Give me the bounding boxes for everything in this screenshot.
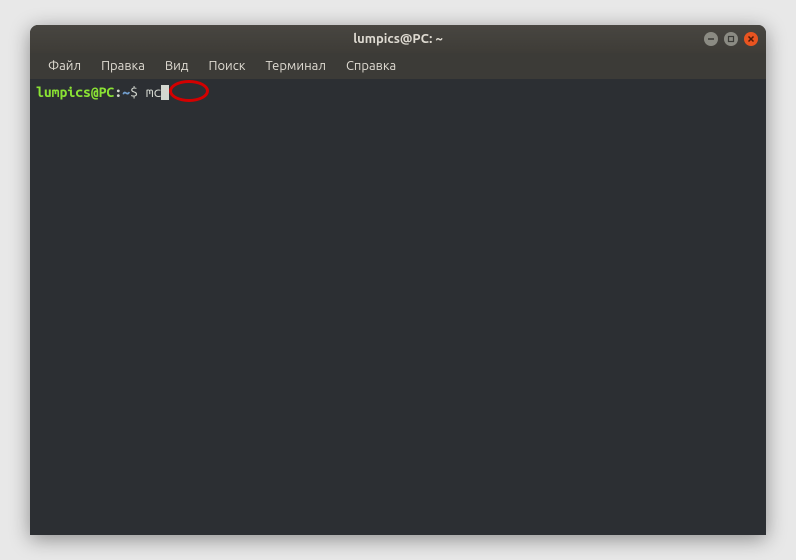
menu-edit[interactable]: Правка [91,55,155,77]
command-input[interactable]: mc [146,83,162,101]
prompt-line: lumpics@PC:~$ mc [36,83,760,101]
titlebar[interactable]: lumpics@PC: ~ [30,25,766,53]
close-button[interactable] [744,32,758,46]
window-controls [704,32,758,46]
maximize-icon [727,35,735,43]
window-title: lumpics@PC: ~ [353,32,443,46]
prompt-symbol: $ [130,83,146,101]
menu-terminal[interactable]: Терминал [255,55,335,77]
menubar: Файл Правка Вид Поиск Терминал Справка [30,53,766,79]
terminal-window: lumpics@PC: ~ Файл Правка Вид Поиск Терм… [30,25,766,535]
menu-view[interactable]: Вид [155,55,199,77]
cursor-icon [161,85,169,100]
minimize-button[interactable] [704,32,718,46]
terminal-body[interactable]: lumpics@PC:~$ mc [30,79,766,535]
menu-help[interactable]: Справка [336,55,406,77]
prompt-userhost: lumpics@PC [36,83,114,101]
prompt-path: ~ [122,83,130,101]
maximize-button[interactable] [724,32,738,46]
close-icon [747,35,755,43]
minimize-icon [707,35,715,43]
prompt-colon: : [114,83,122,101]
menu-search[interactable]: Поиск [198,55,255,77]
menu-file[interactable]: Файл [38,55,91,77]
